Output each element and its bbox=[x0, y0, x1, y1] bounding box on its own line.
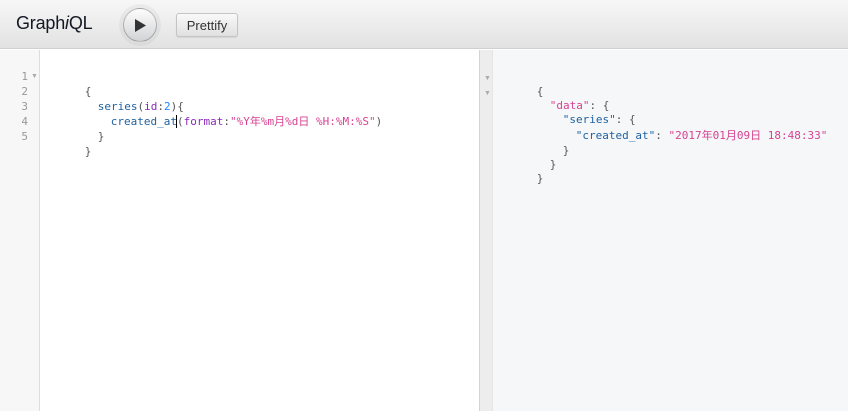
fold-arrow-icon[interactable]: ▼ bbox=[483, 86, 492, 101]
toolbar: GraphiQL Prettify bbox=[0, 0, 848, 49]
app-title: GraphiQL bbox=[16, 13, 93, 33]
query-line: } bbox=[84, 145, 92, 158]
result-line: "series": { bbox=[562, 113, 636, 126]
query-line: { bbox=[84, 85, 92, 98]
line-number: 2 bbox=[21, 85, 28, 98]
line-number-gutter: 1 2 3 4 5 ▼ bbox=[0, 50, 40, 411]
result-line: { bbox=[536, 85, 544, 98]
result-viewer: ▼ ▼ { "data": { "series": { "created_at"… bbox=[484, 50, 848, 411]
execute-query-button[interactable] bbox=[123, 8, 157, 42]
line-number: 4 bbox=[21, 115, 28, 128]
query-line: created_at(format:"%Y年%m月%d日 %H:%M:%S") bbox=[110, 115, 383, 128]
result-line: } bbox=[562, 144, 570, 157]
result-line: "data": { bbox=[549, 99, 610, 112]
fold-arrow-icon[interactable]: ▼ bbox=[30, 69, 39, 84]
line-number: 3 bbox=[21, 100, 28, 113]
query-line: series(id:2){ bbox=[97, 100, 184, 113]
prettify-button[interactable]: Prettify bbox=[176, 13, 238, 37]
play-icon bbox=[135, 18, 146, 32]
query-editor[interactable]: 1 2 3 4 5 ▼ { series(id:2){ created_at(f… bbox=[0, 50, 480, 411]
line-number: 1 bbox=[21, 70, 28, 83]
result-line: } bbox=[549, 158, 557, 171]
query-line: } bbox=[97, 130, 105, 143]
fold-arrow-icon[interactable]: ▼ bbox=[483, 71, 492, 86]
result-line: } bbox=[536, 172, 544, 185]
pane-resize-handle[interactable] bbox=[479, 50, 493, 411]
line-number: 5 bbox=[21, 130, 28, 143]
result-line: "created_at": "2017年01月09日 18:48:33" bbox=[575, 129, 828, 142]
